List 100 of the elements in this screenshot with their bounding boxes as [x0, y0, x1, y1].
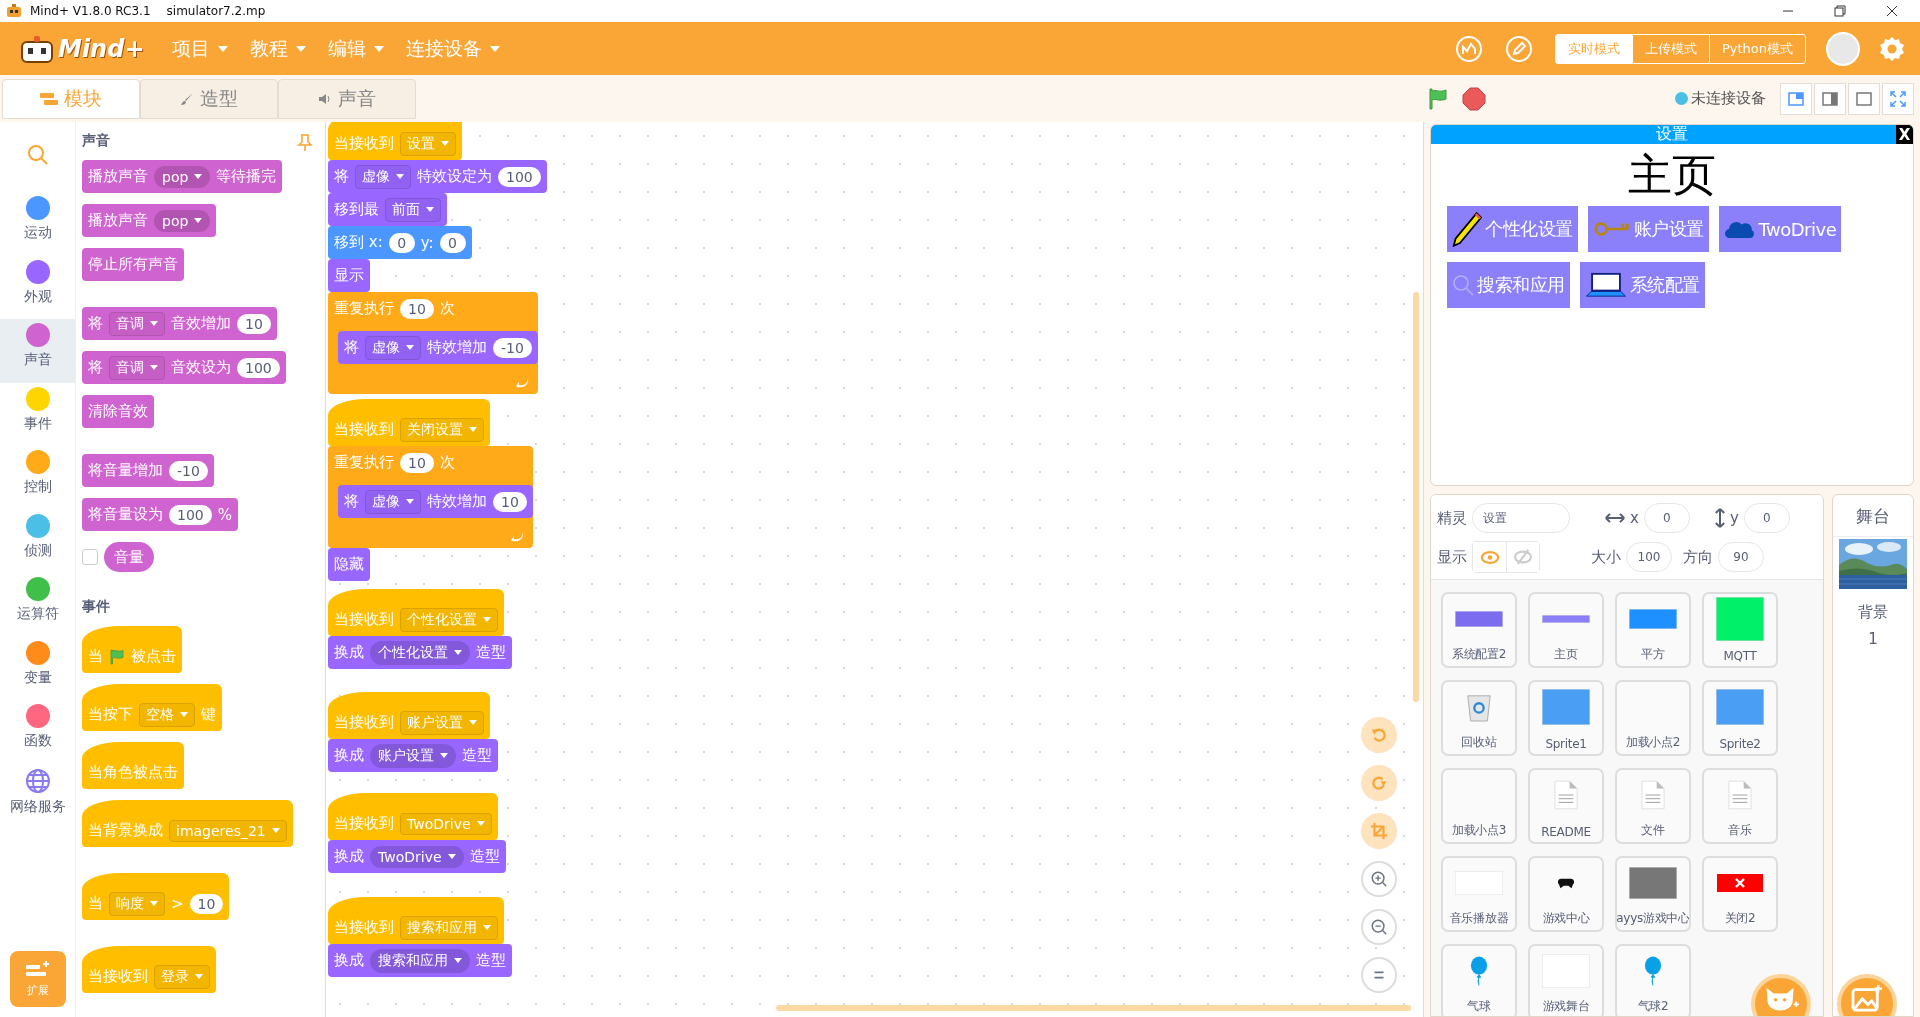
command-block[interactable]: 换成 个性化设置 造型: [328, 636, 512, 669]
command-block[interactable]: 播放声音 pop: [82, 204, 217, 237]
reporter-block[interactable]: 音量: [104, 542, 154, 572]
settings-icon[interactable]: [1878, 34, 1906, 63]
stop-icon[interactable]: [1462, 86, 1486, 111]
command-block[interactable]: 将 音调 音效增加 10: [82, 307, 277, 340]
menu-tile[interactable]: TwoDrive: [1718, 206, 1842, 252]
close-icon[interactable]: [1886, 5, 1898, 17]
sprite-tile[interactable]: 气球: [1441, 944, 1517, 1016]
menu-tile[interactable]: 个性化设置: [1447, 206, 1578, 252]
avatar-icon[interactable]: [1826, 31, 1860, 66]
sprite-tile[interactable]: 系统配置2: [1441, 592, 1517, 668]
chart-icon[interactable]: [1454, 34, 1483, 63]
hide-button[interactable]: [1506, 542, 1539, 572]
repeat-block[interactable]: 重复执行 10 次 将 虚像 特效增加 10: [328, 446, 533, 548]
layout-button[interactable]: [1814, 82, 1846, 115]
sprite-tile[interactable]: MQTT: [1702, 592, 1778, 668]
dropdown[interactable]: 虚像: [355, 164, 411, 189]
layout-button[interactable]: [1848, 82, 1880, 115]
sprite-tile[interactable]: 加载小点3: [1441, 768, 1517, 844]
add-backdrop-button[interactable]: [1837, 974, 1897, 1016]
scrollbar[interactable]: [776, 1005, 1411, 1011]
pin-icon[interactable]: [297, 134, 313, 152]
number-input[interactable]: 10: [400, 452, 434, 473]
sprite-tile[interactable]: Sprite1: [1528, 680, 1604, 756]
dropdown[interactable]: 音调: [109, 355, 165, 380]
command-block[interactable]: 换成 账户设置 造型: [328, 739, 498, 772]
dropdown[interactable]: pop: [154, 165, 211, 188]
sprite-tile[interactable]: 加载小点2: [1615, 680, 1691, 756]
menu-tile[interactable]: 搜索和应用: [1447, 262, 1570, 308]
category-item[interactable]: 运动: [0, 192, 75, 256]
fullscreen-button[interactable]: [1882, 82, 1914, 115]
number-input[interactable]: 0: [439, 232, 466, 253]
category-item[interactable]: 运算符: [0, 573, 75, 637]
dropdown[interactable]: 虚像: [365, 335, 421, 360]
flag-icon[interactable]: [1426, 86, 1450, 111]
category-item[interactable]: 侦测: [0, 509, 75, 573]
sprite-tile[interactable]: 游戏舞台: [1528, 944, 1604, 1016]
hat-block[interactable]: 当 响度 > 10: [82, 873, 230, 920]
command-block[interactable]: 停止所有声音: [82, 248, 184, 281]
command-block[interactable]: 隐藏: [328, 548, 370, 581]
number-input[interactable]: -10: [493, 337, 532, 358]
add-sprite-button[interactable]: [1751, 974, 1811, 1016]
zoom-out-button[interactable]: [1361, 909, 1397, 945]
number-input[interactable]: -10: [169, 460, 208, 481]
number-input[interactable]: 10: [189, 893, 224, 914]
sprite-tile[interactable]: 回收站: [1441, 680, 1517, 756]
number-input[interactable]: 10: [237, 313, 271, 334]
restore-icon[interactable]: [1834, 5, 1846, 17]
checkbox[interactable]: [82, 549, 98, 565]
command-block[interactable]: 播放声音 pop 等待播完: [82, 160, 283, 193]
sprite-tile[interactable]: 音乐: [1702, 768, 1778, 844]
redo-button[interactable]: [1361, 765, 1397, 801]
zoom-in-button[interactable]: [1361, 861, 1397, 897]
category-item[interactable]: 网络服务: [0, 763, 75, 827]
command-block[interactable]: 将音量增加 -10: [82, 454, 214, 487]
number-input[interactable]: 10: [493, 491, 527, 512]
command-block[interactable]: 将音量设为 100 %: [82, 498, 238, 531]
editor-tab[interactable]: 声音: [278, 78, 416, 119]
category-item[interactable]: 控制: [0, 446, 75, 510]
command-block[interactable]: 将 音调 音效设为 100: [82, 351, 286, 384]
sprite-tile[interactable]: 文件: [1615, 768, 1691, 844]
dropdown[interactable]: pop: [154, 209, 211, 232]
number-input[interactable]: 100: [169, 504, 212, 525]
sprite-tile[interactable]: 平方: [1615, 592, 1691, 668]
dropdown[interactable]: 账户设置: [370, 743, 456, 768]
sprite-tile[interactable]: 主页: [1528, 592, 1604, 668]
dropdown[interactable]: 搜索和应用: [370, 948, 470, 973]
menu-tile[interactable]: 账户设置: [1587, 206, 1709, 252]
edit-icon[interactable]: [1504, 34, 1533, 63]
editor-tab[interactable]: 造型: [140, 78, 278, 119]
dropdown[interactable]: 虚像: [365, 489, 421, 514]
crop-button[interactable]: [1361, 813, 1397, 849]
undo-button[interactable]: [1361, 717, 1397, 753]
command-block[interactable]: 移到最 前面: [328, 193, 447, 226]
number-input[interactable]: 10: [400, 298, 434, 319]
sprite-tile[interactable]: 游戏中心: [1528, 856, 1604, 932]
category-item[interactable]: 事件: [0, 382, 75, 446]
close-button[interactable]: X: [1896, 125, 1913, 144]
category-item[interactable]: 声音: [0, 319, 75, 383]
dropdown[interactable]: TwoDrive: [370, 845, 464, 868]
number-input[interactable]: 100: [498, 166, 541, 187]
number-input[interactable]: 100: [237, 357, 280, 378]
command-block[interactable]: 将 虚像 特效增加 -10: [338, 331, 538, 364]
category-item[interactable]: 变量: [0, 636, 75, 700]
sprite-tile[interactable]: 气球2: [1615, 944, 1691, 1016]
layout-button[interactable]: [1780, 82, 1812, 115]
sprite-tile[interactable]: Sprite2: [1702, 680, 1778, 756]
category-item[interactable]: 函数: [0, 700, 75, 764]
dropdown[interactable]: 个性化设置: [370, 640, 470, 665]
command-block[interactable]: 移到 x: 0 y: 0: [328, 226, 472, 259]
dropdown[interactable]: 音调: [109, 311, 165, 336]
search-icon[interactable]: [26, 144, 49, 166]
sprite-tile[interactable]: ayys游戏中心: [1615, 856, 1691, 932]
scrollbar[interactable]: [1413, 292, 1419, 702]
command-block[interactable]: 将 虚像 特效增加 10: [338, 485, 533, 518]
reset-zoom-button[interactable]: [1361, 957, 1397, 993]
dropdown[interactable]: 前面: [385, 197, 441, 222]
sprite-tile[interactable]: 关闭2: [1702, 856, 1778, 932]
command-block[interactable]: 换成 TwoDrive 造型: [328, 840, 506, 873]
